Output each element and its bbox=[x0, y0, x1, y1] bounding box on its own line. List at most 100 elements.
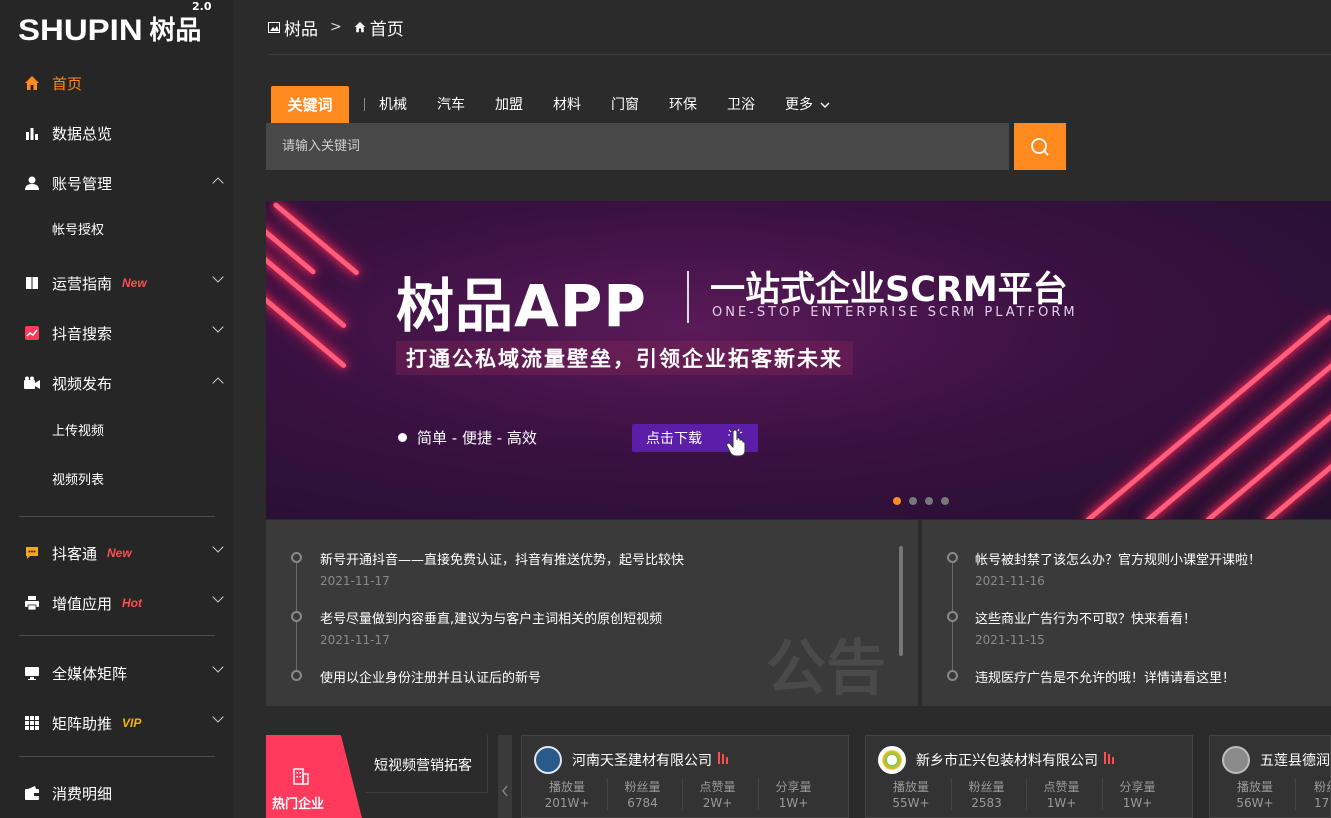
scrollbar[interactable] bbox=[899, 546, 903, 656]
bar-chart-icon bbox=[24, 125, 40, 141]
search-button[interactable] bbox=[1014, 123, 1066, 170]
stat-label: 分享量 bbox=[1119, 780, 1156, 794]
sidebar-item-video-publish[interactable]: 视频发布 bbox=[0, 363, 234, 403]
stat-shares: 分享量 1W+ bbox=[1102, 778, 1172, 810]
trend-chart-icon bbox=[24, 325, 40, 341]
notice-item[interactable]: 使用以企业身份注册并且认证后的新号 bbox=[320, 667, 541, 686]
category-environment[interactable]: 环保 bbox=[669, 94, 697, 114]
company-card[interactable]: 河南天圣建材有限公司 播放量 201W+ 粉丝量 6784 点赞量 2W+ 分享量 1W… bbox=[521, 735, 849, 818]
logo-version: 2.0 bbox=[192, 0, 212, 13]
book-icon bbox=[24, 275, 40, 291]
company-logo bbox=[1222, 746, 1250, 774]
hot-category-cell bbox=[366, 735, 488, 793]
notice-item[interactable]: 违规医疗广告是不允许的哦！详情请看这里！ bbox=[975, 667, 1235, 686]
sidebar-item-media-matrix[interactable]: 全媒体矩阵 bbox=[0, 653, 234, 693]
company-name: 河南天圣建材有限公司 bbox=[572, 753, 712, 769]
category-franchise[interactable]: 加盟 bbox=[495, 94, 523, 114]
stat-value: 1W+ bbox=[1046, 796, 1077, 810]
banner-subtitle-en: ONE-STOP ENTERPRISE SCRM PLATFORM bbox=[712, 305, 1078, 320]
stat-value: 201W+ bbox=[544, 796, 590, 810]
carousel-prev-button[interactable] bbox=[498, 735, 512, 818]
timeline-node bbox=[291, 552, 302, 563]
sidebar-item-label: 数据总览 bbox=[52, 124, 113, 143]
notice-item[interactable]: 帐号被封禁了该怎么办？官方规则小课堂开课啦！ bbox=[975, 549, 1261, 568]
monitor-icon bbox=[24, 665, 40, 681]
sidebar-item-label: 抖客通 bbox=[52, 544, 98, 563]
breadcrumb-current-label: 首页 bbox=[369, 19, 404, 40]
tab-keyword[interactable]: 关键词 bbox=[271, 86, 349, 123]
promo-banner[interactable]: 树品APP 一站式企业SCRM平台 ONE-STOP ENTERPRISE SC… bbox=[266, 201, 1331, 519]
chevron-up-icon bbox=[212, 177, 224, 189]
sidebar-item-label: 增值应用 bbox=[52, 594, 113, 613]
notice-item[interactable]: 老号尽量做到内容垂直,建议为与客户主词相关的原创短视频 bbox=[320, 608, 662, 627]
company-card[interactable]: 新乡市正兴包装材料有限公司 播放量 55W+ 粉丝量 2583 点赞量 1W+ 分享量… bbox=[865, 735, 1193, 818]
logo-text-cn: 树品 bbox=[149, 16, 202, 46]
sidebar-item-billing[interactable]: 消费明细 bbox=[0, 773, 234, 813]
timeline-node bbox=[291, 611, 302, 622]
sidebar-item-account-authorization[interactable]: 帐号授权 bbox=[52, 216, 104, 246]
banner-features: 简单 - 便捷 - 高效 bbox=[398, 427, 537, 448]
category-auto[interactable]: 汽车 bbox=[437, 94, 465, 114]
stat-fans: 粉丝 17 bbox=[1295, 778, 1330, 810]
stat-plays: 播放量 56W+ bbox=[1220, 778, 1290, 810]
stat-shares: 分享量 1W+ bbox=[758, 778, 828, 810]
printer-icon bbox=[24, 595, 40, 611]
pager-dot[interactable] bbox=[909, 497, 917, 505]
stat-label: 粉丝 bbox=[1314, 780, 1330, 794]
sidebar-item-video-list[interactable]: 视频列表 bbox=[52, 466, 104, 496]
category-materials[interactable]: 材料 bbox=[553, 94, 581, 114]
sidebar-item-matrix-boost[interactable]: 矩阵助推 VIP bbox=[0, 703, 234, 743]
timeline-node bbox=[291, 670, 302, 681]
notice-watermark: 公告 bbox=[766, 634, 886, 704]
category-machinery[interactable]: 机械 bbox=[379, 94, 407, 114]
sidebar-item-upload-video[interactable]: 上传视频 bbox=[52, 417, 104, 447]
sidebar-item-label: 首页 bbox=[52, 74, 83, 93]
sidebar-item-doukeitong[interactable]: 抖客通 New bbox=[0, 533, 234, 573]
pager-dot[interactable] bbox=[925, 497, 933, 505]
stat-value: 6784 bbox=[627, 796, 658, 810]
chevron-left-icon bbox=[502, 785, 508, 797]
category-more[interactable]: 更多 bbox=[785, 94, 830, 114]
user-icon bbox=[24, 175, 40, 191]
stat-value: 17 bbox=[1314, 796, 1330, 810]
pager-dot[interactable] bbox=[941, 497, 949, 505]
sidebar-divider bbox=[19, 635, 215, 636]
notice-date: 2021-11-15 bbox=[975, 633, 1045, 647]
banner-divider bbox=[687, 271, 689, 323]
sidebar-item-douyin-search[interactable]: 抖音搜索 bbox=[0, 313, 234, 353]
company-name: 新乡市正兴包装材料有限公司 bbox=[916, 753, 1098, 769]
sidebar-item-operation-guide[interactable]: 运营指南 New bbox=[0, 263, 234, 303]
download-button[interactable]: 点击下载 bbox=[632, 424, 758, 457]
banner-features-label: 简单 - 便捷 - 高效 bbox=[417, 429, 537, 447]
chevron-down-icon bbox=[212, 661, 224, 673]
company-card[interactable]: 五莲县德润 播放量 56W+ 粉丝 17 bbox=[1209, 735, 1331, 818]
breadcrumb-root-label: 树品 bbox=[284, 19, 318, 40]
timeline-node bbox=[947, 552, 958, 563]
video-camera-icon bbox=[24, 375, 40, 391]
search-input[interactable] bbox=[266, 123, 1009, 170]
sidebar-item-value-added[interactable]: 增值应用 Hot bbox=[0, 583, 234, 623]
neon-stripe bbox=[1084, 313, 1331, 519]
wallet-icon bbox=[24, 785, 40, 801]
sidebar-item-home[interactable]: 首页 bbox=[0, 63, 234, 103]
sidebar-item-data-overview[interactable]: 数据总览 bbox=[0, 113, 234, 153]
sidebar-divider bbox=[19, 516, 215, 517]
logo[interactable]: SHUPIN 树品 bbox=[18, 8, 201, 48]
stat-value: 2583 bbox=[971, 796, 1002, 810]
sidebar-item-account-management[interactable]: 账号管理 bbox=[0, 163, 234, 203]
pager-dot-active[interactable] bbox=[893, 497, 901, 505]
category-doors-windows[interactable]: 门窗 bbox=[611, 94, 639, 114]
new-badge: New bbox=[107, 546, 132, 560]
notice-item[interactable]: 这些商业广告行为不可取？快来看看！ bbox=[975, 608, 1196, 627]
category-bathroom[interactable]: 卫浴 bbox=[727, 94, 755, 114]
stat-label: 播放量 bbox=[548, 780, 585, 794]
notice-panel-right: 帐号被封禁了该怎么办？官方规则小课堂开课啦！ 2021-11-16 这些商业广告… bbox=[922, 520, 1331, 706]
stat-plays: 播放量 55W+ bbox=[876, 778, 946, 810]
notice-date: 2021-11-16 bbox=[975, 574, 1045, 588]
notice-item[interactable]: 新号开通抖音——直接免费认证，抖音有推送优势，起号比较快 bbox=[320, 549, 684, 568]
breadcrumb-root[interactable]: 树品 bbox=[268, 15, 318, 40]
banner-slogan: 打通公私域流量壁垒，引领企业拓客新未来 bbox=[396, 341, 853, 375]
stat-label: 粉丝量 bbox=[624, 780, 661, 794]
new-badge: New bbox=[122, 276, 147, 290]
chevron-down-icon bbox=[212, 711, 224, 723]
